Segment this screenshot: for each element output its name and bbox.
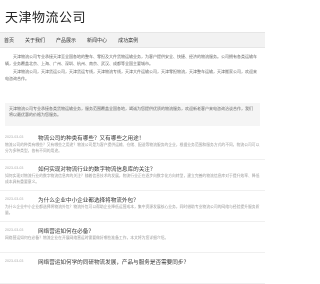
news-item[interactable]: 2023-03-03 为什么企业中小企业都选择将物流外包？ 为什么企业中小企业都… [0,194,265,222]
news-date: 2023-03-03 [5,228,24,232]
news-date: 2023-03-03 [5,197,24,201]
news-date: 2023-03-03 [5,135,24,139]
site-title[interactable]: 天津物流公司 [5,7,86,26]
news-summary: 物流公司的种类有哪些？又有哪些之用途？物流公司是为客户提供运输、仓储、配送等物流… [5,143,260,153]
news-title[interactable]: 网络营运如何在必备？ [38,227,94,235]
nav-item-cases[interactable]: 成功案例 [118,37,138,44]
news-summary: 为什么企业中小企业都选择将物流外包？物流外包可以帮助企业降低运营成本，集中资源发… [5,205,260,215]
news-list: 2023-03-03 物流公司的种类有哪些？又有哪些之用途！ 物流公司的种类有哪… [0,132,265,284]
news-item[interactable]: 2023-03-03 物流公司的种类有哪些？又有哪些之用途！ 物流公司的种类有哪… [0,132,265,160]
nav-item-products[interactable]: 产品展示 [56,37,76,44]
nav-item-news[interactable]: 新闻中心 [87,37,107,44]
news-summary: 网络营运如何在必备？物流企业在开展网络营运时需要做好哪些准备工作，本文将为您详细… [5,236,169,240]
notice-text: 天津物流公司专业承接各类货物运输业务，服务范围覆盖全国各地，竭诚为您提供优质的物… [9,106,253,117]
nav-item-about[interactable]: 关于我们 [25,37,45,44]
news-item[interactable]: 2023-03-03 网络营运如何学的同研物流发展，产品与服务是否需要同步？ [0,256,265,284]
site-header: 天津物流公司 [0,0,265,32]
notice-box: 天津物流公司专业承接各类货物运输业务，服务范围覆盖全国各地，竭诚为您提供优质的物… [5,103,260,126]
news-title[interactable]: 如何实现对物流行业的数字物流信息库的关注？ [38,165,155,173]
news-summary: 如何实现对物流行业的数字物流信息库的关注？随着信息技术的发展，物流行业正在逐步向… [5,174,260,184]
news-item[interactable]: 2023-03-03 如何实现对物流行业的数字物流信息库的关注？ 如何实现对物流… [0,163,265,191]
intro-paragraph: 天津物流公司，天津货运公司，天津货运专线，天津物流专线，天津大件运输公司，天津零… [5,69,257,81]
company-intro: 天津物流公司专业承接天津至全国各地的整车、零担及大件货物运输业务，为客户提供安全… [0,48,265,100]
news-date: 2023-03-03 [5,166,24,170]
intro-paragraph: 天津物流公司专业承接天津至全国各地的整车、零担及大件货物运输业务，为客户提供安全… [5,54,257,66]
news-item[interactable]: 2023-03-03 网络营运如何在必备？ 网络营运如何在必备？物流企业在开展网… [0,225,265,253]
nav-item-home[interactable]: 首页 [4,37,14,44]
news-title[interactable]: 为什么企业中小企业都选择将物流外包？ [38,196,139,204]
news-title[interactable]: 物流公司的种类有哪些？又有哪些之用途！ [38,134,144,142]
main-nav: 首页 关于我们 产品展示 新闻中心 成功案例 [0,32,265,48]
news-title[interactable]: 网络营运如何学的同研物流发展，产品与服务是否需要同步？ [38,258,189,266]
